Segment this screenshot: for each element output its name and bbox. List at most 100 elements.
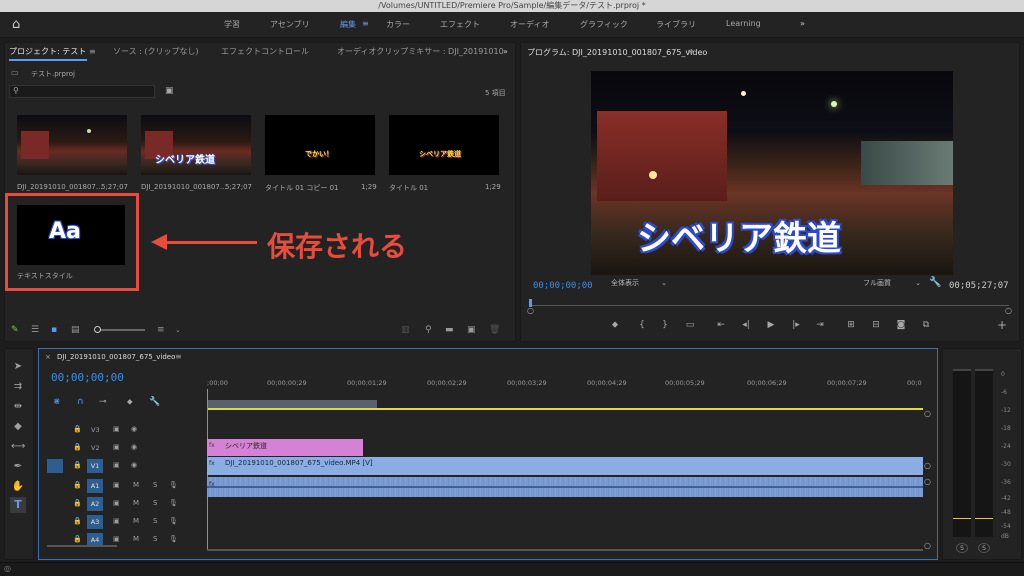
solo-button[interactable]: S bbox=[153, 481, 157, 489]
workspace-color[interactable]: カラー bbox=[386, 19, 410, 30]
workspace-learning[interactable]: Learning bbox=[726, 19, 761, 28]
ripple-edit-tool-icon[interactable]: ⇹ bbox=[11, 401, 25, 412]
zoom-slider-handle[interactable] bbox=[94, 326, 101, 333]
program-timecode[interactable]: 00;00;00;00 bbox=[533, 281, 593, 291]
solo-button[interactable]: S bbox=[153, 535, 157, 543]
workspace-learn[interactable]: 学習 bbox=[224, 19, 240, 30]
scrub-right-handle[interactable]: ○ bbox=[1005, 306, 1012, 315]
track-end-handle[interactable]: ○ bbox=[924, 541, 931, 550]
tab-effect-controls[interactable]: エフェクトコントロール bbox=[221, 43, 309, 61]
workspace-menu-icon[interactable]: ≡ bbox=[362, 19, 369, 28]
track-end-handle[interactable]: ○ bbox=[924, 409, 931, 418]
new-bin-from-search-icon[interactable]: ▣ bbox=[165, 86, 174, 96]
sync-lock-icon[interactable]: ▣ bbox=[113, 499, 120, 507]
workspace-library[interactable]: ライブラリ bbox=[656, 19, 696, 30]
track-target-a1[interactable]: A1 bbox=[87, 479, 103, 493]
lock-icon[interactable]: 🔒 bbox=[73, 517, 82, 525]
program-scrub-bar[interactable] bbox=[529, 299, 1009, 307]
status-icon[interactable]: ◎ bbox=[4, 564, 11, 573]
lock-icon[interactable]: 🔒 bbox=[73, 425, 82, 433]
go-to-out-icon[interactable]: ⇥ bbox=[812, 320, 828, 330]
selection-tool-icon[interactable]: ➤ bbox=[11, 361, 25, 372]
icon-view-icon[interactable]: ▪ bbox=[51, 325, 57, 335]
source-patch-v1[interactable] bbox=[47, 459, 63, 473]
sync-lock-icon[interactable]: ▣ bbox=[113, 425, 120, 433]
lock-icon[interactable]: 🔒 bbox=[73, 499, 82, 507]
nest-icon[interactable]: ⋇ bbox=[53, 397, 61, 407]
mute-button[interactable]: M bbox=[133, 481, 139, 489]
workspace-more-icon[interactable]: » bbox=[800, 19, 805, 28]
mute-button[interactable]: M bbox=[133, 535, 139, 543]
mute-button[interactable]: M bbox=[133, 517, 139, 525]
pencil-icon[interactable]: ✎ bbox=[11, 325, 19, 335]
track-target-a2[interactable]: A2 bbox=[87, 497, 103, 511]
tab-audio-clip-mixer[interactable]: オーディオクリップミキサー : DJI_20191010 bbox=[337, 43, 504, 61]
monitor-menu-icon[interactable]: ≡ bbox=[687, 47, 694, 56]
eye-icon[interactable]: ◉ bbox=[131, 443, 137, 451]
go-to-in-icon[interactable]: ⇤ bbox=[713, 320, 729, 330]
search-input[interactable]: ⚲ bbox=[9, 85, 155, 98]
freeform-view-icon[interactable]: ▤ bbox=[71, 325, 80, 335]
track-select-tool-icon[interactable]: ⇉ bbox=[11, 381, 25, 392]
eye-icon[interactable]: ◉ bbox=[131, 425, 137, 433]
step-back-icon[interactable]: ◂| bbox=[738, 320, 754, 330]
wrench-icon[interactable]: 🔧 bbox=[929, 277, 941, 288]
workspace-audio[interactable]: オーディオ bbox=[510, 19, 549, 30]
tab-menu-icon[interactable]: ≡ bbox=[89, 43, 96, 61]
lock-icon[interactable]: 🔒 bbox=[73, 443, 82, 451]
quality-dropdown[interactable]: フル画質 ⌄ bbox=[859, 277, 923, 289]
mute-button[interactable]: M bbox=[133, 499, 139, 507]
lock-icon[interactable]: 🔒 bbox=[73, 535, 82, 543]
find-icon[interactable]: ⚲ bbox=[425, 325, 432, 335]
header-scrollbar[interactable] bbox=[47, 545, 117, 547]
track-target-v1[interactable]: V1 bbox=[87, 459, 103, 473]
home-icon[interactable]: ⌂ bbox=[12, 17, 20, 32]
add-button-icon[interactable]: + bbox=[994, 318, 1010, 332]
sync-lock-icon[interactable]: ▣ bbox=[113, 535, 120, 543]
add-marker-icon[interactable]: ⬥ bbox=[127, 397, 133, 407]
mark-out-icon[interactable]: } bbox=[657, 320, 673, 330]
project-item-thumb[interactable]: でかい！ bbox=[265, 115, 375, 175]
text-style-thumb[interactable]: Aa bbox=[17, 205, 125, 265]
linked-selection-icon[interactable]: ⊸ bbox=[99, 397, 107, 407]
pen-tool-icon[interactable]: ✒ bbox=[11, 461, 25, 472]
sync-lock-icon[interactable]: ▣ bbox=[113, 517, 120, 525]
lock-icon[interactable]: 🔒 bbox=[73, 461, 82, 469]
microphone-icon[interactable]: 🎙 bbox=[169, 517, 178, 525]
solo-button[interactable]: S bbox=[153, 517, 157, 525]
close-icon[interactable]: × bbox=[45, 353, 51, 361]
workspace-effects[interactable]: エフェクト bbox=[440, 19, 480, 30]
track-end-handle[interactable]: ○ bbox=[924, 477, 931, 486]
microphone-icon[interactable]: 🎙 bbox=[169, 481, 178, 489]
sort-icon[interactable]: ≡ bbox=[157, 325, 165, 335]
solo-button[interactable]: S bbox=[153, 499, 157, 507]
lift-icon[interactable]: ⊞ bbox=[843, 320, 859, 330]
meter-solo-button[interactable]: S bbox=[978, 543, 990, 553]
workspace-assembly[interactable]: アセンブリ bbox=[270, 19, 310, 30]
timeline-menu-icon[interactable]: ≡ bbox=[175, 352, 182, 361]
type-tool-icon[interactable]: T bbox=[10, 497, 26, 513]
audio-clip[interactable]: fx bbox=[207, 477, 923, 497]
trash-icon[interactable]: 🗑 bbox=[489, 325, 500, 335]
chevron-down-icon[interactable]: ⌄ bbox=[175, 325, 181, 335]
video-clip[interactable]: fx DJI_20191010_001807_675_video.MP4 [V] bbox=[207, 457, 923, 475]
meter-solo-button[interactable]: S bbox=[956, 543, 968, 553]
project-item-thumb[interactable] bbox=[17, 115, 127, 175]
list-view-icon[interactable]: ☰ bbox=[31, 325, 39, 335]
track-end-handle[interactable]: ○ bbox=[924, 461, 931, 470]
timeline-settings-icon[interactable]: 🔧 bbox=[149, 397, 160, 407]
title-clip[interactable]: fx シベリア鉄道 bbox=[207, 439, 363, 456]
timeline-timecode[interactable]: 00;00;00;00 bbox=[51, 371, 124, 384]
safe-margins-icon[interactable]: ▭ bbox=[682, 320, 698, 330]
track-target-a3[interactable]: A3 bbox=[87, 515, 103, 529]
workspace-edit[interactable]: 編集 bbox=[340, 19, 356, 30]
eye-icon[interactable]: ◉ bbox=[131, 461, 137, 469]
slip-tool-icon[interactable]: ⟷ bbox=[11, 441, 25, 452]
project-item-thumb[interactable]: シベリア鉄道 bbox=[141, 115, 251, 175]
step-forward-icon[interactable]: |▸ bbox=[788, 320, 804, 330]
new-bin-icon[interactable]: ▬ bbox=[445, 325, 454, 335]
sync-lock-icon[interactable]: ▣ bbox=[113, 461, 120, 469]
add-marker-icon[interactable]: ⬥ bbox=[607, 320, 623, 330]
scrub-left-handle[interactable]: ○ bbox=[527, 306, 534, 315]
timeline-horizontal-scrollbar[interactable] bbox=[207, 549, 923, 551]
